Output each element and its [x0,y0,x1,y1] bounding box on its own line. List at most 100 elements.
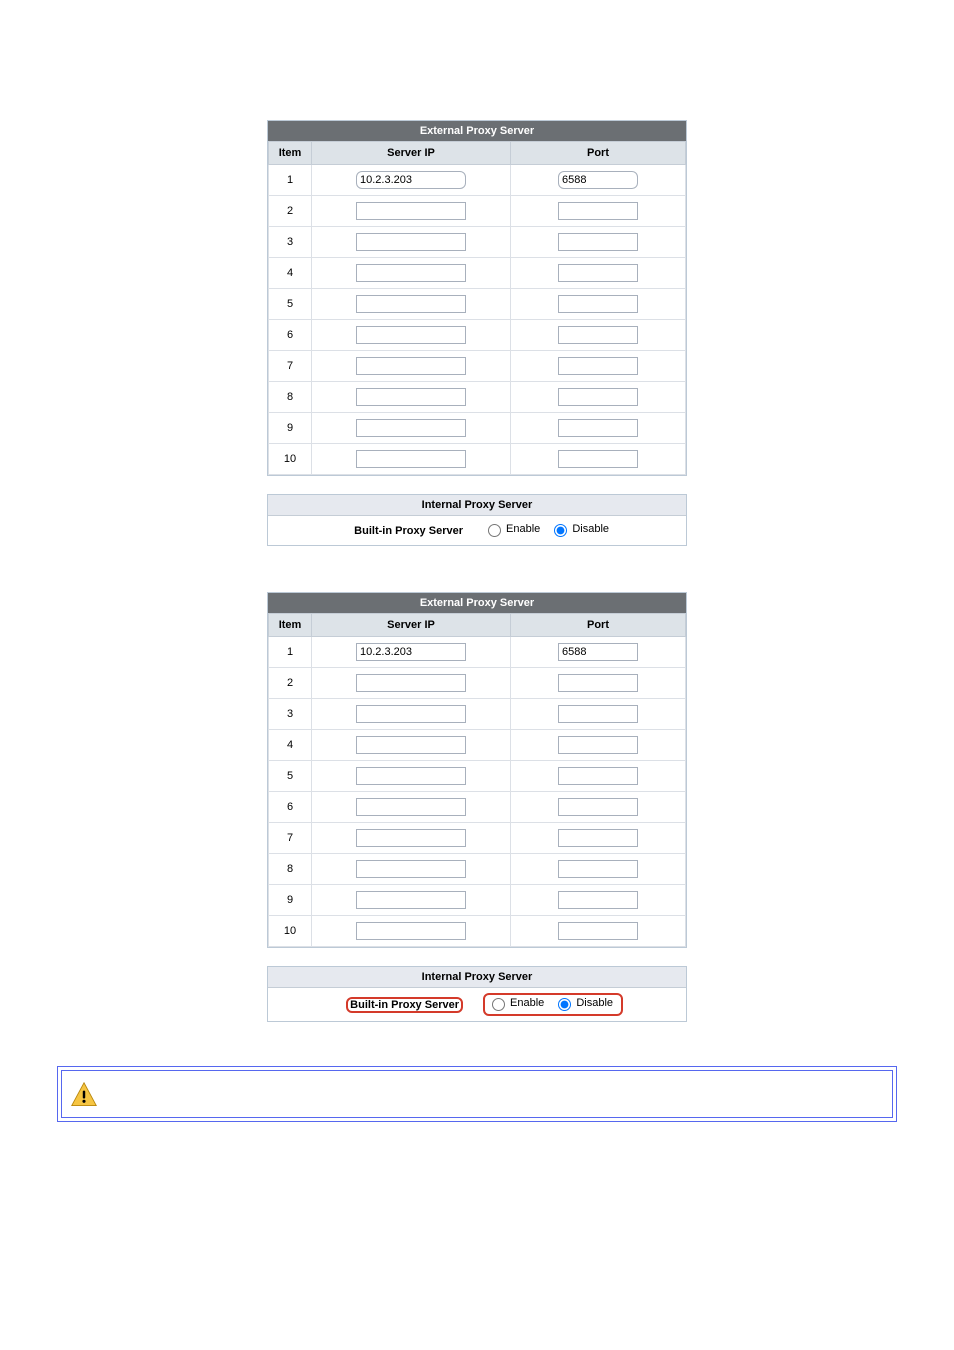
port-input[interactable] [558,233,638,251]
port-cell [511,637,686,668]
item-cell: 4 [269,730,312,761]
port-cell [511,761,686,792]
port-cell [511,699,686,730]
server-ip-input[interactable] [356,922,466,940]
server-ip-input[interactable] [356,202,466,220]
server-ip-cell [312,885,511,916]
builtin-proxy-label-2: Built-in Proxy Server [350,999,459,1011]
item-cell: 2 [269,668,312,699]
port-input[interactable] [558,767,638,785]
builtin-disable-radio-1[interactable] [554,524,567,537]
port-input[interactable] [558,295,638,313]
server-ip-input[interactable] [356,357,466,375]
server-ip-input[interactable] [356,295,466,313]
table-row: 6 [269,320,686,351]
builtin-disable-radio-2[interactable] [558,998,571,1011]
port-cell [511,289,686,320]
item-cell: 5 [269,761,312,792]
table-row: 4 [269,730,686,761]
port-input[interactable] [558,450,638,468]
server-ip-input[interactable] [356,860,466,878]
table-row: 10 [269,916,686,947]
port-input[interactable] [558,357,638,375]
server-ip-cell [312,196,511,227]
port-cell [511,351,686,382]
server-ip-input[interactable] [356,736,466,754]
port-cell [511,444,686,475]
builtin-enable-radio-1[interactable] [488,524,501,537]
col-server-ip: Server IP [312,142,511,165]
item-cell: 7 [269,351,312,382]
item-cell: 3 [269,227,312,258]
server-ip-cell [312,854,511,885]
server-ip-input[interactable] [356,388,466,406]
server-ip-input[interactable] [356,450,466,468]
server-ip-input[interactable] [356,891,466,909]
port-input[interactable] [558,264,638,282]
item-cell: 6 [269,792,312,823]
port-input[interactable] [558,202,638,220]
table-row: 7 [269,823,686,854]
port-input[interactable] [558,388,638,406]
port-input[interactable] [558,736,638,754]
port-cell [511,382,686,413]
server-ip-input[interactable] [356,798,466,816]
server-ip-input[interactable] [356,674,466,692]
server-ip-input[interactable] [356,767,466,785]
port-input[interactable] [558,829,638,847]
port-input[interactable] [558,419,638,437]
external-proxy-table-1: Item Server IP Port 12345678910 [268,141,686,475]
server-ip-input[interactable] [356,643,466,661]
internal-proxy-header-2: Internal Proxy Server [268,967,686,988]
table-row: 8 [269,382,686,413]
server-ip-input[interactable] [356,829,466,847]
internal-proxy-panel-1: Internal Proxy Server Built-in Proxy Ser… [267,494,687,546]
server-ip-cell [312,823,511,854]
col-port: Port [511,614,686,637]
port-input[interactable] [558,891,638,909]
port-cell [511,668,686,699]
server-ip-cell [312,761,511,792]
server-ip-input[interactable] [356,705,466,723]
table-row: 1 [269,165,686,196]
builtin-proxy-highlight: Built-in Proxy Server [346,997,463,1013]
server-ip-input[interactable] [356,171,466,189]
col-port: Port [511,142,686,165]
table-row: 7 [269,351,686,382]
server-ip-cell [312,165,511,196]
port-input[interactable] [558,705,638,723]
port-cell [511,227,686,258]
internal-proxy-header: Internal Proxy Server [268,495,686,516]
item-cell: 1 [269,165,312,196]
server-ip-input[interactable] [356,233,466,251]
port-input[interactable] [558,922,638,940]
external-proxy-header-2: External Proxy Server [268,593,686,613]
table-row: 5 [269,761,686,792]
col-item: Item [269,614,312,637]
port-input[interactable] [558,326,638,344]
port-input[interactable] [558,860,638,878]
server-ip-cell [312,699,511,730]
item-cell: 8 [269,382,312,413]
item-cell: 4 [269,258,312,289]
item-cell: 10 [269,916,312,947]
builtin-enable-radio-2[interactable] [492,998,505,1011]
server-ip-input[interactable] [356,264,466,282]
server-ip-input[interactable] [356,419,466,437]
port-cell [511,258,686,289]
server-ip-cell [312,382,511,413]
enable-label: Enable [506,523,540,535]
port-input[interactable] [558,674,638,692]
port-input[interactable] [558,643,638,661]
port-input[interactable] [558,798,638,816]
item-cell: 7 [269,823,312,854]
server-ip-input[interactable] [356,326,466,344]
port-input[interactable] [558,171,638,189]
external-proxy-panel-1: External Proxy Server Item Server IP Por… [267,120,687,476]
enable-label-2: Enable [510,997,544,1009]
disable-label: Disable [572,523,609,535]
item-cell: 2 [269,196,312,227]
table-row: 9 [269,413,686,444]
port-cell [511,854,686,885]
external-proxy-table-2: Item Server IP Port 12345678910 [268,613,686,947]
